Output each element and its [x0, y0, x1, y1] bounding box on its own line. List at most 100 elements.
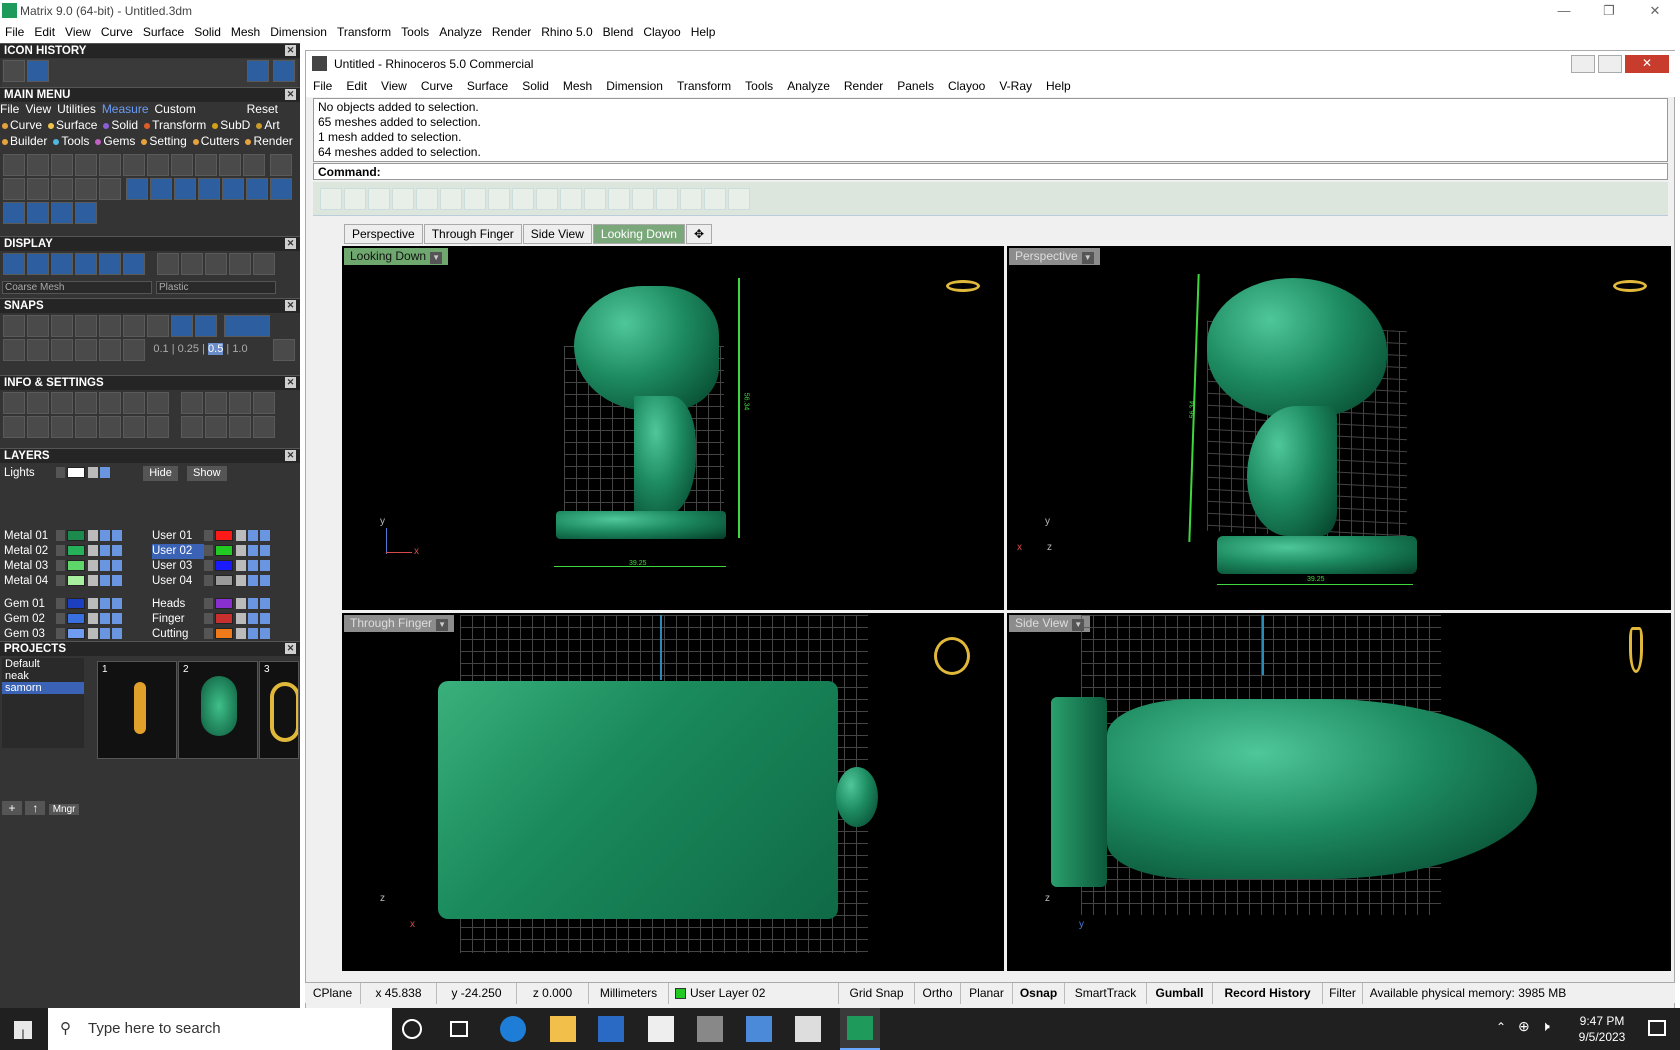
history-tool-icon[interactable] — [3, 60, 25, 82]
mm-art[interactable]: Art — [256, 118, 280, 132]
close-panel-icon[interactable]: ✕ — [285, 300, 296, 311]
clock[interactable]: 9:47 PM 9/5/2023 — [1562, 1013, 1642, 1045]
layer-row[interactable]: Metal 01 — [4, 529, 144, 544]
smarttrack-toggle[interactable]: SmartTrack — [1065, 983, 1147, 1004]
layer-name[interactable]: Cutting — [152, 627, 204, 642]
command-history[interactable]: No objects added to selection. 65 meshes… — [313, 98, 1668, 162]
up-project-button[interactable]: ↑ — [25, 801, 46, 815]
select-icon[interactable] — [320, 188, 342, 210]
filter-toggle[interactable]: Filter — [1323, 983, 1363, 1004]
lock-icon[interactable] — [88, 560, 98, 572]
snap-icon[interactable] — [75, 339, 97, 361]
mm-gems[interactable]: Gems — [95, 134, 135, 148]
tool-icon[interactable] — [123, 416, 145, 438]
layer-color-swatch[interactable] — [67, 530, 85, 542]
menu-edit[interactable]: Edit — [29, 22, 60, 39]
layer-color-swatch[interactable] — [67, 575, 85, 587]
layer-color-swatch[interactable] — [215, 545, 233, 557]
layer-color-swatch[interactable] — [215, 575, 233, 587]
menu-solid[interactable]: Solid — [189, 22, 226, 39]
layer-name[interactable]: Gem 03 — [4, 627, 56, 642]
lock-icon[interactable] — [236, 613, 246, 625]
tab-perspective[interactable]: Perspective — [344, 224, 423, 244]
visibility-icon[interactable] — [260, 530, 270, 542]
expand-icon[interactable] — [204, 613, 213, 625]
filter-icon[interactable] — [99, 416, 121, 438]
menu-render[interactable]: Render — [487, 22, 536, 39]
project-item[interactable]: Default — [2, 658, 84, 670]
menu-curve[interactable]: Curve — [96, 22, 138, 39]
expand-icon[interactable] — [204, 530, 213, 542]
visibility-icon[interactable] — [248, 575, 258, 587]
layer-color-swatch[interactable] — [215, 530, 233, 542]
tool-icon[interactable] — [27, 416, 49, 438]
tool-icon[interactable] — [51, 416, 73, 438]
layer-color-swatch[interactable] — [67, 545, 85, 557]
visibility-icon[interactable] — [100, 530, 110, 542]
tool-icon[interactable] — [270, 178, 293, 200]
cplane-label[interactable]: CPlane — [305, 983, 361, 1004]
search-icon[interactable] — [27, 392, 49, 414]
menu-mesh[interactable]: Mesh — [226, 22, 265, 39]
snap-icon[interactable] — [171, 315, 193, 337]
edge-icon[interactable] — [500, 1016, 526, 1042]
windows-start-icon[interactable] — [14, 1021, 32, 1039]
move-icon[interactable] — [222, 178, 245, 200]
ortho-toggle[interactable]: Ortho — [915, 983, 961, 1004]
snap-icon[interactable] — [99, 315, 121, 337]
layer-color-swatch[interactable] — [215, 628, 233, 640]
tool-icon[interactable] — [253, 392, 276, 414]
rhino-taskbar-icon[interactable] — [795, 1016, 821, 1042]
measure-tool-icon[interactable] — [270, 154, 293, 176]
gumball-toggle[interactable]: Gumball — [1147, 983, 1213, 1004]
snap-icon[interactable] — [51, 315, 73, 337]
rhino-close-button[interactable]: ✕ — [1625, 55, 1669, 73]
layer-color-swatch[interactable] — [67, 628, 85, 640]
layer-name[interactable]: User 03 — [152, 559, 204, 574]
circle-tool-icon[interactable] — [75, 202, 97, 224]
tab-through-finger[interactable]: Through Finger — [423, 224, 522, 244]
layer-row[interactable]: Cutting — [152, 627, 292, 642]
mesh-quality-select[interactable]: Coarse Mesh — [2, 281, 152, 294]
current-layer[interactable]: User Layer 02 — [669, 983, 839, 1004]
expand-icon[interactable] — [204, 628, 213, 640]
expand-icon[interactable] — [56, 575, 65, 587]
mm-subd[interactable]: SubD — [212, 118, 250, 132]
taskbar-search[interactable]: ⚲ Type here to search — [48, 1008, 392, 1050]
snap-value[interactable]: 1.0 — [232, 343, 247, 355]
lock-icon[interactable] — [88, 530, 98, 542]
visibility-icon[interactable] — [260, 613, 270, 625]
viewport-side-view[interactable]: Side View ▼ z y — [1007, 613, 1671, 971]
visibility-icon[interactable] — [260, 545, 270, 557]
photos-icon[interactable] — [746, 1016, 772, 1042]
visibility-icon[interactable] — [260, 628, 270, 640]
material-ball-icon[interactable] — [157, 253, 180, 275]
expand-icon[interactable] — [204, 545, 213, 557]
rmenu-item[interactable]: V-Ray — [992, 77, 1039, 93]
rmenu-item[interactable]: Clayoo — [941, 77, 992, 93]
display-mode-icon[interactable] — [99, 253, 121, 275]
mm-setting[interactable]: Setting — [141, 134, 187, 148]
layer-name[interactable]: User 01 — [152, 529, 204, 544]
measure-tool-icon[interactable] — [3, 154, 25, 176]
visibility-icon[interactable] — [260, 598, 270, 610]
display-mode-icon[interactable] — [27, 253, 49, 275]
layer-name[interactable]: Metal 02 — [4, 544, 56, 559]
snap-icon[interactable] — [195, 315, 217, 337]
rmenu-item[interactable]: Solid — [515, 77, 556, 93]
layer-row[interactable]: User 02 — [152, 544, 292, 559]
transform-icon[interactable] — [536, 188, 558, 210]
close-panel-icon[interactable]: ✕ — [285, 643, 296, 654]
gem-icon[interactable] — [147, 392, 169, 414]
grid-icon[interactable] — [3, 416, 25, 438]
menu-dimension[interactable]: Dimension — [265, 22, 332, 39]
rmenu-item[interactable]: Edit — [339, 77, 374, 93]
display-mode-icon[interactable] — [75, 253, 97, 275]
lock-icon[interactable] — [236, 530, 246, 542]
material-ball-icon[interactable] — [253, 253, 276, 275]
lock-icon[interactable] — [88, 575, 98, 587]
menu-tools[interactable]: Tools — [396, 22, 434, 39]
manager-button[interactable]: Mngr — [48, 804, 80, 815]
layer-name[interactable]: Heads — [152, 597, 204, 612]
visibility-icon[interactable] — [248, 545, 258, 557]
